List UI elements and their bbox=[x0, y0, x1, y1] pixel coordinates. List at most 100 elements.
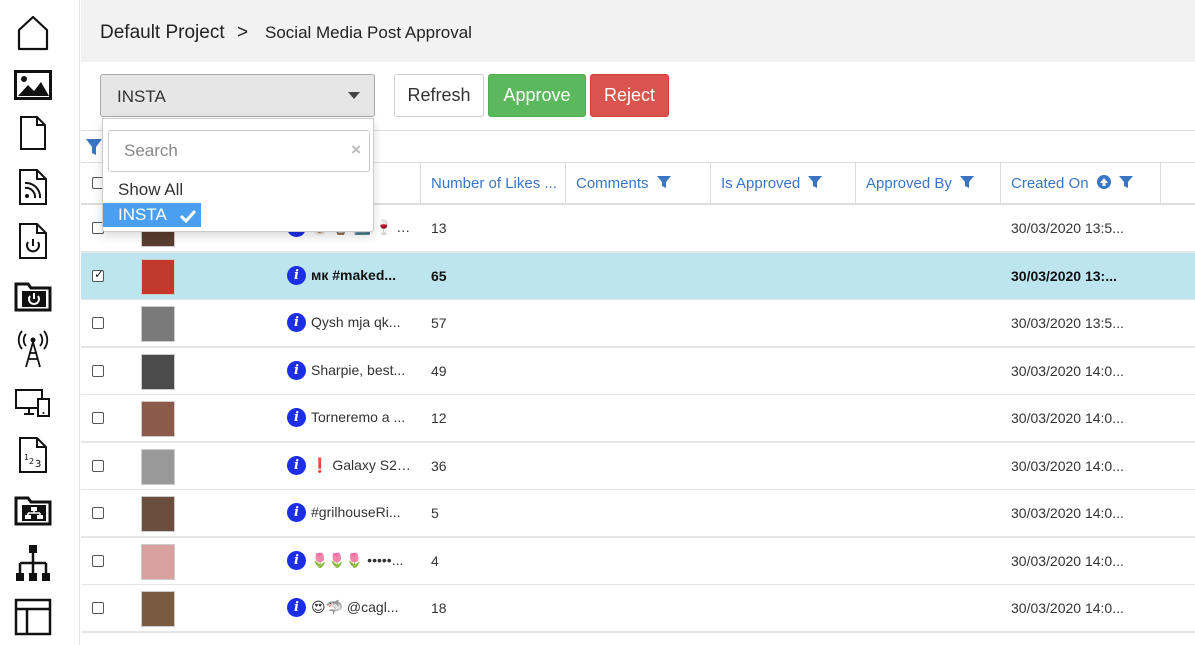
column-header-extra bbox=[1160, 163, 1195, 204]
dropdown-option-insta[interactable]: INSTA bbox=[103, 203, 201, 227]
table-row[interactable]: i 🌷🌷🌷 •••••... 4 30/03/2020 14:0... bbox=[81, 537, 1195, 586]
info-icon[interactable]: i bbox=[287, 408, 306, 427]
column-filter-icon[interactable] bbox=[808, 164, 823, 204]
svg-text:3: 3 bbox=[35, 459, 41, 470]
column-filter-icon[interactable] bbox=[960, 164, 975, 204]
power-folder-icon[interactable] bbox=[10, 272, 56, 318]
table-row[interactable]: i 😍🦈 @cagl... 18 30/03/2020 14:0... bbox=[81, 585, 1195, 633]
row-checkbox[interactable] bbox=[92, 554, 104, 567]
power-file-icon[interactable] bbox=[10, 218, 56, 264]
column-filter-icon[interactable] bbox=[1118, 164, 1133, 204]
header-bar: Default Project > Social Media Post Appr… bbox=[81, 0, 1195, 62]
table-row[interactable]: i ❗ Galaxy S20 ... 36 30/03/2020 14:0... bbox=[81, 442, 1195, 491]
likes-count: 49 bbox=[431, 362, 447, 379]
table-row[interactable]: i Qysh mja qk... 57 30/03/2020 13:5... bbox=[81, 300, 1195, 348]
post-thumbnail[interactable] bbox=[141, 496, 175, 532]
post-text: #grilhouseRi... bbox=[311, 504, 401, 520]
info-icon[interactable]: i bbox=[287, 550, 306, 570]
reject-button[interactable]: Reject bbox=[590, 74, 669, 117]
antenna-icon[interactable] bbox=[10, 326, 56, 372]
created-on: 30/03/2020 13:5... bbox=[1011, 315, 1124, 331]
row-checkbox[interactable] bbox=[92, 364, 104, 377]
source-select[interactable]: INSTA bbox=[100, 74, 375, 117]
column-filter-icon[interactable] bbox=[656, 164, 671, 204]
created-on: 30/03/2020 13:5... bbox=[1011, 220, 1124, 236]
post-thumbnail[interactable] bbox=[141, 353, 175, 390]
info-icon[interactable]: i bbox=[287, 455, 306, 475]
table-row[interactable]: i Torneremo a ... 12 30/03/2020 14:0... bbox=[81, 395, 1195, 443]
row-checkbox[interactable] bbox=[92, 267, 104, 282]
sidebar: 123 bbox=[0, 0, 80, 645]
likes-count: 57 bbox=[431, 315, 447, 331]
column-header-label: Comments bbox=[576, 175, 649, 192]
check-icon bbox=[179, 206, 197, 230]
network-folder-icon[interactable] bbox=[10, 486, 56, 532]
post-text: 🌷🌷🌷 •••••... bbox=[311, 551, 404, 568]
post-thumbnail[interactable] bbox=[141, 258, 175, 295]
column-header-label: Approved By bbox=[866, 175, 952, 192]
likes-count: 13 bbox=[431, 220, 447, 236]
filter-icon[interactable] bbox=[85, 137, 103, 162]
dropdown-option-label: INSTA bbox=[118, 205, 167, 224]
sort-ascending-icon[interactable] bbox=[1096, 164, 1111, 204]
post-text: Torneremo a ... bbox=[311, 409, 406, 425]
post-text: Qysh mja qk... bbox=[311, 314, 401, 330]
home-icon[interactable] bbox=[10, 10, 56, 56]
post-thumbnail[interactable] bbox=[141, 448, 175, 485]
created-on: 30/03/2020 14:0... bbox=[1011, 600, 1124, 616]
document-icon[interactable] bbox=[10, 110, 56, 156]
created-on: 30/03/2020 14:0... bbox=[1011, 457, 1124, 474]
breadcrumb-project[interactable]: Default Project bbox=[100, 22, 225, 44]
clear-icon[interactable]: × bbox=[351, 140, 361, 160]
created-on: 30/03/2020 14:0... bbox=[1011, 362, 1124, 379]
row-checkbox[interactable] bbox=[92, 317, 104, 329]
layout-icon[interactable] bbox=[10, 594, 56, 640]
info-icon[interactable]: i bbox=[287, 313, 306, 332]
table-row[interactable]: i Sharpie, best... 49 30/03/2020 14:0... bbox=[81, 347, 1195, 396]
column-header-approved-by[interactable]: Approved By bbox=[855, 163, 1000, 204]
created-on: 30/03/2020 14:0... bbox=[1011, 552, 1124, 569]
devices-icon[interactable] bbox=[10, 380, 56, 426]
info-icon[interactable]: i bbox=[287, 503, 306, 522]
info-icon[interactable]: i bbox=[287, 598, 306, 617]
post-thumbnail[interactable] bbox=[141, 306, 175, 342]
page-title: Social Media Post Approval bbox=[265, 23, 472, 42]
post-text: Sharpie, best... bbox=[311, 361, 406, 378]
caret-down-icon bbox=[348, 92, 360, 99]
source-dropdown: × Show All INSTA bbox=[102, 118, 374, 232]
likes-count: 12 bbox=[431, 410, 447, 426]
post-text: мк #maked... bbox=[311, 266, 397, 283]
post-thumbnail[interactable] bbox=[141, 591, 175, 627]
info-icon[interactable]: i bbox=[287, 360, 306, 380]
created-on: 30/03/2020 14:0... bbox=[1011, 505, 1124, 521]
column-header-is-approved[interactable]: Is Approved bbox=[710, 163, 855, 204]
post-thumbnail[interactable] bbox=[141, 401, 175, 437]
refresh-button[interactable]: Refresh bbox=[394, 74, 484, 117]
dropdown-search-input[interactable] bbox=[108, 130, 370, 172]
likes-count: 36 bbox=[431, 457, 447, 474]
hierarchy-icon[interactable] bbox=[10, 540, 56, 586]
source-select-value: INSTA bbox=[117, 87, 166, 106]
row-checkbox[interactable] bbox=[92, 507, 104, 519]
breadcrumb-separator: > bbox=[237, 22, 249, 43]
row-checkbox[interactable] bbox=[92, 459, 104, 472]
approve-button[interactable]: Approve bbox=[488, 74, 586, 117]
column-header-created-on[interactable]: Created On bbox=[1000, 163, 1160, 204]
column-header-label: Number of Likes ... bbox=[431, 175, 557, 192]
dropdown-option-show-all[interactable]: Show All bbox=[118, 180, 183, 200]
column-header-comments[interactable]: Comments bbox=[565, 163, 710, 204]
image-icon[interactable] bbox=[10, 62, 56, 108]
row-checkbox[interactable] bbox=[92, 412, 104, 424]
column-header-label: Created On bbox=[1011, 175, 1089, 192]
table-row[interactable]: i #grilhouseRi... 5 30/03/2020 14:0... bbox=[81, 490, 1195, 538]
rss-file-icon[interactable] bbox=[10, 164, 56, 210]
svg-text:2: 2 bbox=[29, 457, 34, 466]
column-header-label: Is Approved bbox=[721, 175, 801, 192]
info-icon[interactable]: i bbox=[287, 265, 306, 285]
numbers-file-icon[interactable]: 123 bbox=[10, 432, 56, 478]
created-on: 30/03/2020 14:0... bbox=[1011, 410, 1124, 426]
post-thumbnail[interactable] bbox=[141, 543, 175, 580]
table-row[interactable]: i мк #maked... 65 30/03/2020 13:... bbox=[81, 252, 1195, 301]
column-header-likes[interactable]: Number of Likes ... bbox=[420, 163, 565, 204]
row-checkbox[interactable] bbox=[92, 602, 104, 614]
